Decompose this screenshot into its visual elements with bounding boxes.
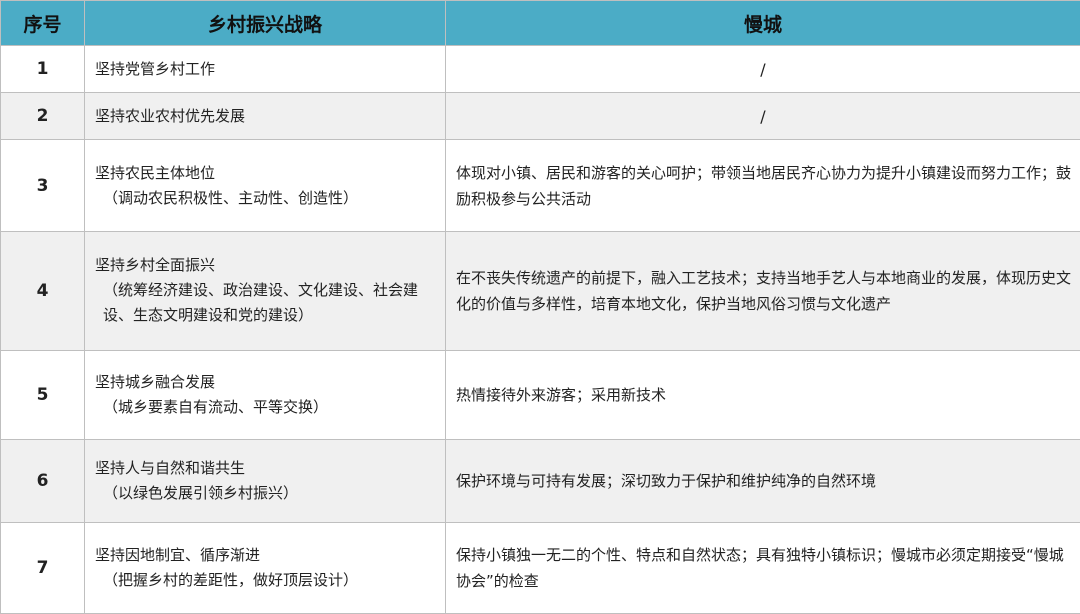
row-slowcity: / bbox=[445, 92, 1080, 141]
row-slowcity: 在不丧失传统遗产的前提下，融入工艺技术；支持当地手艺人与本地商业的发展，体现历史… bbox=[445, 231, 1080, 351]
row-number: 5 bbox=[0, 349, 85, 440]
header-strategy: 乡村振兴战略 bbox=[84, 0, 446, 46]
strategy-main: 坚持乡村全面振兴 bbox=[95, 256, 216, 275]
header-slowcity: 慢城 bbox=[445, 0, 1080, 46]
strategy-main: 坚持农业农村优先发展 bbox=[95, 106, 246, 125]
row-slowcity: 体现对小镇、居民和游客的关心呵护；带领当地居民齐心协力为提升小镇建设而努力工作；… bbox=[445, 139, 1080, 233]
strategy-sub: （调动农民积极性、主动性、创造性） bbox=[103, 188, 359, 207]
table-row: 5 坚持城乡融合发展 （城乡要素自有流动、平等交换） 热情接待外来游客；采用新技… bbox=[0, 349, 1080, 440]
table-row: 7 坚持因地制宜、循序渐进 （把握乡村的差距性，做好顶层设计） 保持小镇独一无二… bbox=[0, 521, 1080, 614]
strategy-main: 坚持农民主体地位 bbox=[95, 163, 216, 182]
row-number: 3 bbox=[0, 139, 85, 233]
row-strategy: 坚持党管乡村工作 bbox=[84, 44, 446, 94]
row-strategy: 坚持城乡融合发展 （城乡要素自有流动、平等交换） bbox=[84, 349, 446, 440]
row-slowcity: 保持小镇独一无二的个性、特点和自然状态；具有独特小镇标识；慢城市必须定期接受“慢… bbox=[445, 521, 1080, 614]
strategy-sub: （把握乡村的差距性，做好顶层设计） bbox=[103, 570, 359, 589]
row-strategy: 坚持农民主体地位 （调动农民积极性、主动性、创造性） bbox=[84, 139, 446, 233]
strategy-main: 坚持党管乡村工作 bbox=[95, 59, 216, 78]
table-row: 6 坚持人与自然和谐共生 （以绿色发展引领乡村振兴） 保护环境与可持有发展；深切… bbox=[0, 438, 1080, 523]
table-row: 3 坚持农民主体地位 （调动农民积极性、主动性、创造性） 体现对小镇、居民和游客… bbox=[0, 139, 1080, 233]
row-slowcity: 保护环境与可持有发展；深切致力于保护和维护纯净的自然环境 bbox=[445, 438, 1080, 523]
table-row: 1 坚持党管乡村工作 / bbox=[0, 44, 1080, 94]
row-strategy: 坚持因地制宜、循序渐进 （把握乡村的差距性，做好顶层设计） bbox=[84, 521, 446, 614]
strategy-sub: （统筹经济建设、政治建设、文化建设、社会建设、生态文明建设和党的建设） bbox=[103, 281, 419, 325]
row-number: 2 bbox=[0, 92, 85, 141]
table-row: 2 坚持农业农村优先发展 / bbox=[0, 92, 1080, 141]
table-header-row: 序号 乡村振兴战略 慢城 bbox=[0, 0, 1080, 46]
strategy-main: 坚持城乡融合发展 bbox=[95, 372, 216, 391]
comparison-table: 序号 乡村振兴战略 慢城 1 坚持党管乡村工作 / 2 坚持农业农村优先发展 /… bbox=[0, 0, 1080, 614]
strategy-main: 坚持因地制宜、循序渐进 bbox=[95, 545, 261, 564]
row-slowcity: / bbox=[445, 44, 1080, 94]
strategy-main: 坚持人与自然和谐共生 bbox=[95, 458, 246, 477]
row-number: 7 bbox=[0, 521, 85, 614]
table-row: 4 坚持乡村全面振兴 （统筹经济建设、政治建设、文化建设、社会建设、生态文明建设… bbox=[0, 231, 1080, 351]
row-strategy: 坚持人与自然和谐共生 （以绿色发展引领乡村振兴） bbox=[84, 438, 446, 523]
row-strategy: 坚持农业农村优先发展 bbox=[84, 92, 446, 141]
strategy-sub: （以绿色发展引领乡村振兴） bbox=[103, 483, 299, 502]
row-number: 1 bbox=[0, 44, 85, 94]
row-slowcity: 热情接待外来游客；采用新技术 bbox=[445, 349, 1080, 440]
row-strategy: 坚持乡村全面振兴 （统筹经济建设、政治建设、文化建设、社会建设、生态文明建设和党… bbox=[84, 231, 446, 351]
strategy-sub: （城乡要素自有流动、平等交换） bbox=[103, 397, 329, 416]
row-number: 6 bbox=[0, 438, 85, 523]
header-number: 序号 bbox=[0, 0, 85, 46]
row-number: 4 bbox=[0, 231, 85, 351]
